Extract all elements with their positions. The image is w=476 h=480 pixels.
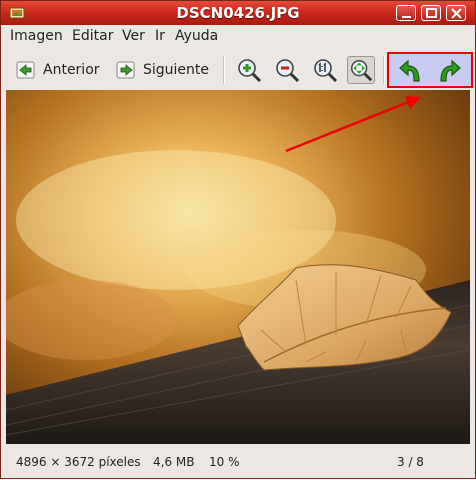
image-viewer-window: DSCN0426.JPG Imagen Editar Ver Ir Ayuda … — [0, 0, 476, 479]
status-bar: 4896 × 3672 píxeles 4,6 MB 10 % 3 / 8 — [1, 449, 475, 475]
file-size: 4,6 MB — [153, 455, 195, 469]
zoom-level: 10 % — [209, 455, 240, 469]
image-dimensions: 4896 × 3672 píxeles — [16, 455, 141, 469]
annotation-arrow — [285, 96, 421, 153]
image-position: 3 / 8 — [397, 455, 424, 469]
